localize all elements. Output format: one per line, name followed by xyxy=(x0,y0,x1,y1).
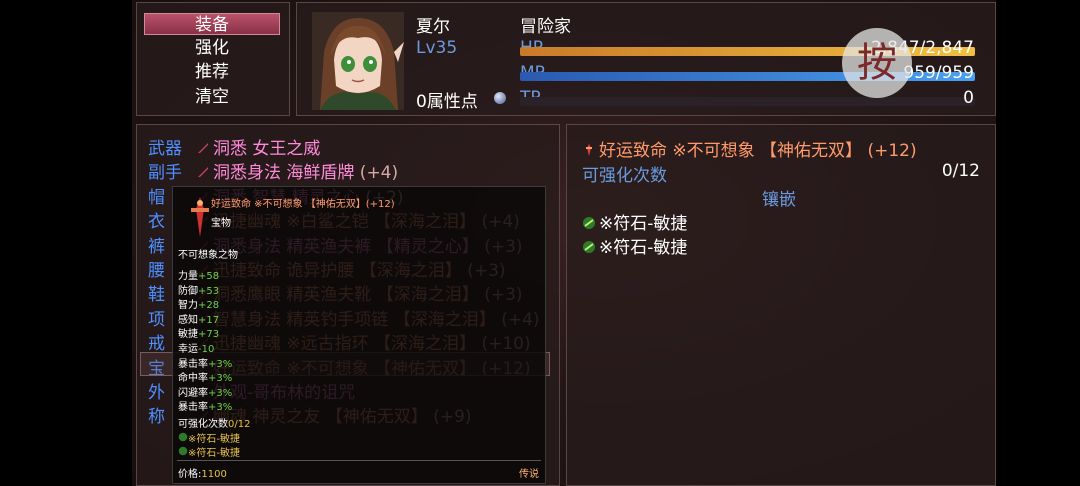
tooltip-price: 价格:1100 xyxy=(178,465,227,480)
socket-gem-name: ※符石-敏捷 xyxy=(599,214,688,234)
stat-value: +3% xyxy=(208,373,233,385)
tp-value: 0 xyxy=(963,88,974,108)
tooltip-stat: 感知+17 xyxy=(178,311,219,326)
tooltip-divider xyxy=(177,460,541,461)
menu-equip[interactable]: 装备 xyxy=(144,13,280,35)
tooltip-gem-2: ※符石-敏捷 xyxy=(178,444,240,459)
stat-name: 暴击率 xyxy=(178,402,208,414)
socket-slot-2[interactable]: ※符石-敏捷 xyxy=(582,233,687,258)
tooltip-stat: 力量+58 xyxy=(178,267,219,282)
slot-label[interactable]: 衣 xyxy=(148,207,165,232)
socket-gem-name: ※符石-敏捷 xyxy=(599,238,688,258)
stat-value: +28 xyxy=(198,300,220,312)
slot-label[interactable]: 帽 xyxy=(148,183,165,208)
menu-clear[interactable]: 清空 xyxy=(144,86,280,108)
detail-upgrade-label: 可强化次数 xyxy=(582,166,667,186)
stat-name: 暴击率 xyxy=(178,358,208,370)
item-tooltip: 好运致命 ※不可想象 【神佑无双】(+12) 宝物 不可想象之物 力量+58 防御… xyxy=(172,186,546,484)
stat-value: +53 xyxy=(198,285,220,297)
tooltip-stat: 闪避率+3% xyxy=(178,384,232,399)
tooltip-stat: 暴击率+3% xyxy=(178,355,232,370)
stat-name: 防御 xyxy=(178,285,198,297)
socket-slot-1[interactable]: ※符石-敏捷 xyxy=(582,209,687,234)
slot-label[interactable]: 裤 xyxy=(148,232,165,257)
treasure-icon xyxy=(586,144,592,156)
slot-label[interactable]: 称 xyxy=(148,402,165,427)
tooltip-desc: 不可想象之物 xyxy=(178,250,238,261)
stat-name: 敏捷 xyxy=(178,329,198,341)
orb-icon xyxy=(494,92,506,104)
tooltip-type: 宝物 xyxy=(211,218,231,229)
attribute-points[interactable]: 0属性点 xyxy=(416,87,478,112)
tooltip-stat: 敏捷+73 xyxy=(178,325,219,340)
floating-assist-button[interactable]: 按 xyxy=(842,28,912,98)
menu-recommend[interactable]: 推荐 xyxy=(144,61,280,83)
equipment-level: (+4) xyxy=(354,163,399,184)
character-level: Lv35 xyxy=(416,38,457,58)
tooltip-rarity: 传说 xyxy=(519,469,539,480)
slot-label[interactable]: 腰 xyxy=(148,256,165,281)
equipment-row[interactable]: 洞悉 女王之威 xyxy=(196,134,320,159)
character-class: 冒险家 xyxy=(520,17,571,37)
price-value: 1100 xyxy=(201,469,227,480)
menu-enhance[interactable]: 强化 xyxy=(144,37,280,59)
detail-title-text: 好运致命 ※不可想象 【神佑无双】 (+12) xyxy=(599,141,917,161)
stat-name: 智力 xyxy=(178,300,198,312)
equipment-icon xyxy=(198,167,208,178)
level-text: Lv35 xyxy=(416,38,458,58)
tooltip-stat: 幸运-10 xyxy=(178,340,214,355)
tooltip-upgrade: 可强化次数0/12 xyxy=(178,415,250,430)
tooltip-stat: 命中率+3% xyxy=(178,369,232,384)
character-name: 夏尔 xyxy=(416,17,450,37)
stat-name: 力量 xyxy=(178,271,198,282)
tooltip-stat: 智力+28 xyxy=(178,296,219,311)
slot-label[interactable]: 副手 xyxy=(148,158,182,183)
equipment-name: 洞悉 女王之威 xyxy=(213,139,321,159)
rune-icon xyxy=(178,432,188,442)
stat-value: +58 xyxy=(198,271,220,282)
stat-value: +3% xyxy=(208,402,233,414)
price-label: 价格: xyxy=(178,469,202,480)
equipment-icon xyxy=(198,143,208,153)
stat-value: -10 xyxy=(198,344,215,355)
tp-bar xyxy=(520,97,975,106)
stat-name: 感知 xyxy=(178,314,198,326)
tooltip-upgrade-label: 可强化次数 xyxy=(178,419,228,430)
detail-title: 好运致命 ※不可想象 【神佑无双】 (+12) xyxy=(582,136,917,161)
character-portrait xyxy=(312,12,404,110)
tooltip-upgrade-value: 0/12 xyxy=(228,419,251,430)
socket-header: 镶嵌 xyxy=(762,190,796,210)
slot-label[interactable]: 戒 xyxy=(148,329,165,354)
tooltip-title: 好运致命 ※不可想象 【神佑无双】(+12) xyxy=(211,199,395,210)
slot-label[interactable]: 项 xyxy=(148,305,165,330)
stat-value: +3% xyxy=(208,387,233,399)
rune-icon xyxy=(178,446,188,456)
slot-label[interactable]: 武器 xyxy=(148,134,182,159)
tooltip-gem-1: ※符石-敏捷 xyxy=(178,430,240,445)
stat-name: 闪避率 xyxy=(178,387,208,399)
mp-value: 959/959 xyxy=(903,63,974,83)
tooltip-stat: 暴击率+3% xyxy=(178,398,232,413)
stat-value: +17 xyxy=(198,314,220,326)
tooltip-gem-name: ※符石-敏捷 xyxy=(188,448,240,459)
slot-label[interactable]: 外 xyxy=(148,378,165,403)
rune-icon xyxy=(583,217,595,229)
tooltip-stat: 防御+53 xyxy=(178,282,219,297)
equipment-row[interactable]: 洞悉身法 海鲜盾牌 (+4) xyxy=(196,158,398,183)
stat-name: 命中率 xyxy=(178,373,208,385)
detail-upgrade-value: 0/12 xyxy=(941,161,980,181)
stat-value: +73 xyxy=(198,329,220,341)
slot-label[interactable]: 鞋 xyxy=(148,280,165,305)
equipment-name: 洞悉身法 海鲜盾牌 xyxy=(213,163,355,184)
stat-name: 幸运 xyxy=(178,344,198,355)
stat-value: +3% xyxy=(208,358,233,370)
treasure-icon xyxy=(191,197,209,237)
rune-icon xyxy=(583,241,595,253)
